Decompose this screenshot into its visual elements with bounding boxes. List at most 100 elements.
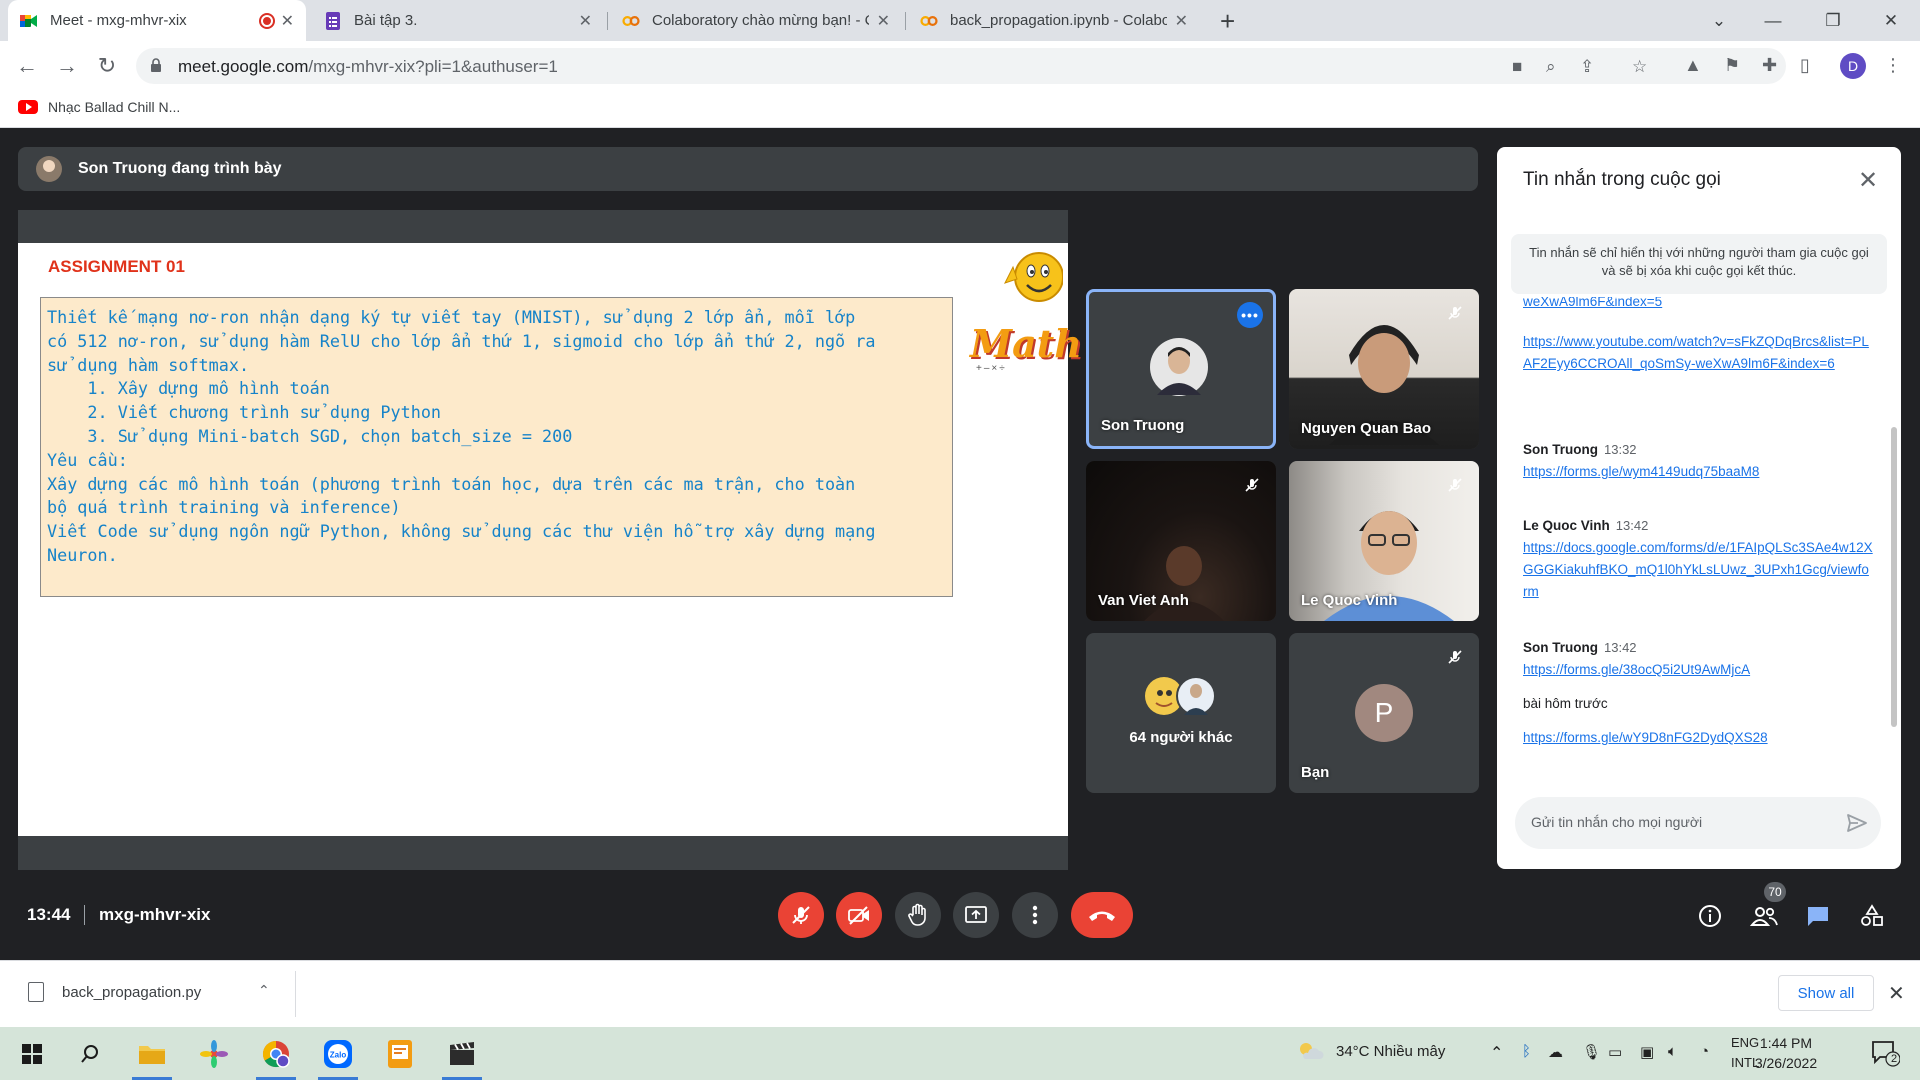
people-button[interactable] bbox=[1746, 898, 1782, 934]
microphone-toggle-button[interactable] bbox=[778, 892, 824, 938]
participant-tile-self[interactable]: P Bạn bbox=[1289, 633, 1479, 793]
new-tab-button[interactable]: + bbox=[1220, 6, 1235, 37]
chat-link[interactable]: https://forms.gle/wY9D8nFG2DydQXS28 bbox=[1523, 730, 1768, 745]
close-tab-icon[interactable]: ✕ bbox=[1175, 11, 1188, 31]
google-meet-icon bbox=[20, 12, 38, 30]
windows-taskbar: Zalo 34°C Nhiều mây ⌃ ᛒ ☁ 🎙︎ ▭ ▣ 🔈︎ ◔ EN… bbox=[0, 1027, 1920, 1080]
weather-icon bbox=[1296, 1039, 1324, 1065]
mic-off-icon bbox=[792, 906, 810, 924]
slide-line: Viết Code sử dụng ngôn ngữ Python, không… bbox=[47, 521, 876, 542]
taskbar-zalo[interactable]: Zalo bbox=[310, 1027, 366, 1080]
show-all-button[interactable]: Show all bbox=[1778, 975, 1874, 1011]
browser-menu-icon[interactable]: ⋮ bbox=[1884, 55, 1902, 76]
folder-icon bbox=[139, 1045, 165, 1064]
forward-icon[interactable]: → bbox=[52, 51, 82, 81]
tab-search-icon[interactable]: ⌄ bbox=[1696, 0, 1742, 41]
zoom-icon[interactable]: ⌕ bbox=[1546, 57, 1556, 77]
activities-icon bbox=[1861, 904, 1883, 926]
tab-colab-welcome[interactable]: Colaboratory chào mừng bạn! - C ✕ bbox=[610, 0, 902, 41]
start-button[interactable] bbox=[4, 1027, 60, 1080]
chat-link[interactable]: https://forms.gle/38ocQ5i2Ut9AwMjcA bbox=[1523, 662, 1750, 677]
clock-time: 1:44 PM bbox=[1759, 1035, 1813, 1051]
download-item[interactable]: back_propagation.py bbox=[28, 982, 201, 1002]
minimize-button[interactable]: — bbox=[1750, 0, 1796, 41]
raise-hand-button[interactable] bbox=[895, 892, 941, 938]
downloads-bar: back_propagation.py ⌃ Show all ✕ bbox=[0, 960, 1920, 1027]
present-screen-button[interactable] bbox=[953, 892, 999, 938]
chat-link[interactable]: https://docs.google.com/forms/d/e/1FAIpQ… bbox=[1523, 540, 1873, 599]
camera-toggle-button[interactable] bbox=[836, 892, 882, 938]
close-tab-icon[interactable]: ✕ bbox=[281, 11, 294, 31]
more-options-button[interactable] bbox=[1012, 892, 1058, 938]
participant-tile-others[interactable]: 64 người khác bbox=[1086, 633, 1276, 793]
tab-colab-backprop[interactable]: back_propagation.ipynb - Colabo ✕ bbox=[908, 0, 1200, 41]
taskbar-app-pinwheel[interactable] bbox=[186, 1027, 242, 1080]
participant-tile-nguyen-quan-bao[interactable]: Nguyen Quan Bao bbox=[1289, 289, 1479, 449]
weather-text[interactable]: 34°C Nhiều mây bbox=[1336, 1043, 1445, 1060]
taskbar-file-explorer[interactable] bbox=[124, 1027, 180, 1080]
chevron-up-icon[interactable]: ⌃ bbox=[258, 982, 270, 999]
taskbar-video-editor[interactable] bbox=[434, 1027, 490, 1080]
chat-button[interactable] bbox=[1800, 898, 1836, 934]
address-bar[interactable]: meet.google.com/mxg-mhvr-xix?pli=1&authu… bbox=[136, 48, 1786, 84]
wifi-icon[interactable]: ◔ bbox=[1700, 1043, 1709, 1060]
extension-b-icon[interactable]: ⚑ bbox=[1724, 55, 1740, 76]
notification-center-button[interactable]: 2 bbox=[1870, 1039, 1901, 1072]
volume-icon[interactable]: 🔈︎ bbox=[1668, 1043, 1677, 1060]
battery-icon[interactable]: ▭ bbox=[1608, 1043, 1622, 1061]
url-text: meet.google.com/mxg-mhvr-xix?pli=1&authu… bbox=[178, 57, 558, 77]
tab-title: back_propagation.ipynb - Colabo bbox=[950, 12, 1167, 29]
chat-message: https://forms.gle/wY9D8nFG2DydQXS28 bbox=[1523, 727, 1873, 749]
close-downloads-icon[interactable]: ✕ bbox=[1888, 981, 1905, 1006]
slide-line: Neuron. bbox=[47, 544, 118, 565]
chat-scrollbar[interactable] bbox=[1891, 427, 1897, 727]
close-tab-icon[interactable]: ✕ bbox=[579, 11, 592, 31]
taskbar-chrome[interactable] bbox=[248, 1027, 304, 1080]
reload-icon[interactable]: ↻ bbox=[92, 51, 122, 81]
back-icon[interactable]: ← bbox=[12, 51, 42, 81]
microphone-tray-icon[interactable]: 🎙︎ bbox=[1582, 1043, 1601, 1061]
close-tab-icon[interactable]: ✕ bbox=[877, 11, 890, 31]
bluetooth-icon[interactable]: ᛒ bbox=[1522, 1043, 1531, 1060]
share-icon[interactable]: ⇪ bbox=[1580, 57, 1594, 77]
extension-a-icon[interactable]: ▲ bbox=[1684, 55, 1702, 76]
taskbar-pdf-app[interactable] bbox=[372, 1027, 428, 1080]
leave-call-button[interactable] bbox=[1071, 892, 1133, 938]
tab-bai-tap[interactable]: Bài tập 3. ✕ bbox=[312, 0, 604, 41]
slide-line: Yêu cầu: bbox=[47, 449, 128, 470]
waving-smiley-icon bbox=[1004, 252, 1063, 302]
bookmark-item[interactable]: Nhạc Ballad Chill N... bbox=[18, 99, 180, 115]
participant-tile-son-truong[interactable]: ••• Son Truong bbox=[1086, 289, 1276, 449]
meeting-details-button[interactable] bbox=[1692, 898, 1728, 934]
window-close-button[interactable]: ✕ bbox=[1868, 0, 1914, 41]
chat-link[interactable]: https://forms.gle/wym4149udq75baaM8 bbox=[1523, 464, 1759, 479]
send-icon[interactable] bbox=[1845, 811, 1869, 835]
chat-message-list[interactable]: weXwA9lm6F&index=5 https://www.youtube.c… bbox=[1497, 297, 1901, 767]
chat-message-input[interactable]: Gửi tin nhắn cho mọi người bbox=[1515, 797, 1881, 849]
close-icon[interactable]: ✕ bbox=[1853, 165, 1883, 195]
tab-meet[interactable]: Meet - mxg-mhvr-xix ✕ bbox=[8, 0, 306, 41]
slide-line: 1. Xây dựng mô hình toán bbox=[47, 378, 330, 399]
chevron-up-icon[interactable]: ⌃ bbox=[1490, 1043, 1503, 1063]
device-icon[interactable]: ▣ bbox=[1640, 1043, 1654, 1061]
extensions-puzzle-icon[interactable]: ✚ bbox=[1762, 55, 1777, 76]
camera-in-use-icon[interactable]: ■ bbox=[1512, 57, 1522, 77]
bookmark-star-icon[interactable]: ☆ bbox=[1632, 57, 1647, 77]
restore-button[interactable]: ❐ bbox=[1810, 0, 1856, 41]
tab-separator bbox=[607, 12, 608, 30]
participant-name: Van Viet Anh bbox=[1098, 592, 1189, 609]
cloud-sync-icon[interactable]: ☁ bbox=[1548, 1043, 1563, 1061]
presenter-bar: Son Truong đang trình bày bbox=[18, 147, 1478, 191]
chat-link[interactable]: https://www.youtube.com/watch?v=sFkZQDqB… bbox=[1523, 334, 1869, 371]
more-options-icon[interactable]: ••• bbox=[1237, 302, 1263, 328]
taskbar-clock[interactable]: 1:44 PM 3/26/2022 bbox=[1746, 1033, 1826, 1073]
search-button[interactable] bbox=[62, 1027, 118, 1080]
side-panel-icon[interactable]: ▯ bbox=[1800, 55, 1810, 76]
lock-icon bbox=[151, 58, 161, 72]
chat-link[interactable]: weXwA9lm6F&index=5 bbox=[1523, 297, 1662, 309]
meet-control-bar: 13:44 mxg-mhvr-xix 70 bbox=[0, 870, 1920, 960]
participant-tile-van-viet-anh[interactable]: Van Viet Anh bbox=[1086, 461, 1276, 621]
profile-avatar[interactable]: D bbox=[1840, 53, 1866, 79]
activities-button[interactable] bbox=[1854, 898, 1890, 934]
participant-tile-le-quoc-vinh[interactable]: Le Quoc Vinh bbox=[1289, 461, 1479, 621]
